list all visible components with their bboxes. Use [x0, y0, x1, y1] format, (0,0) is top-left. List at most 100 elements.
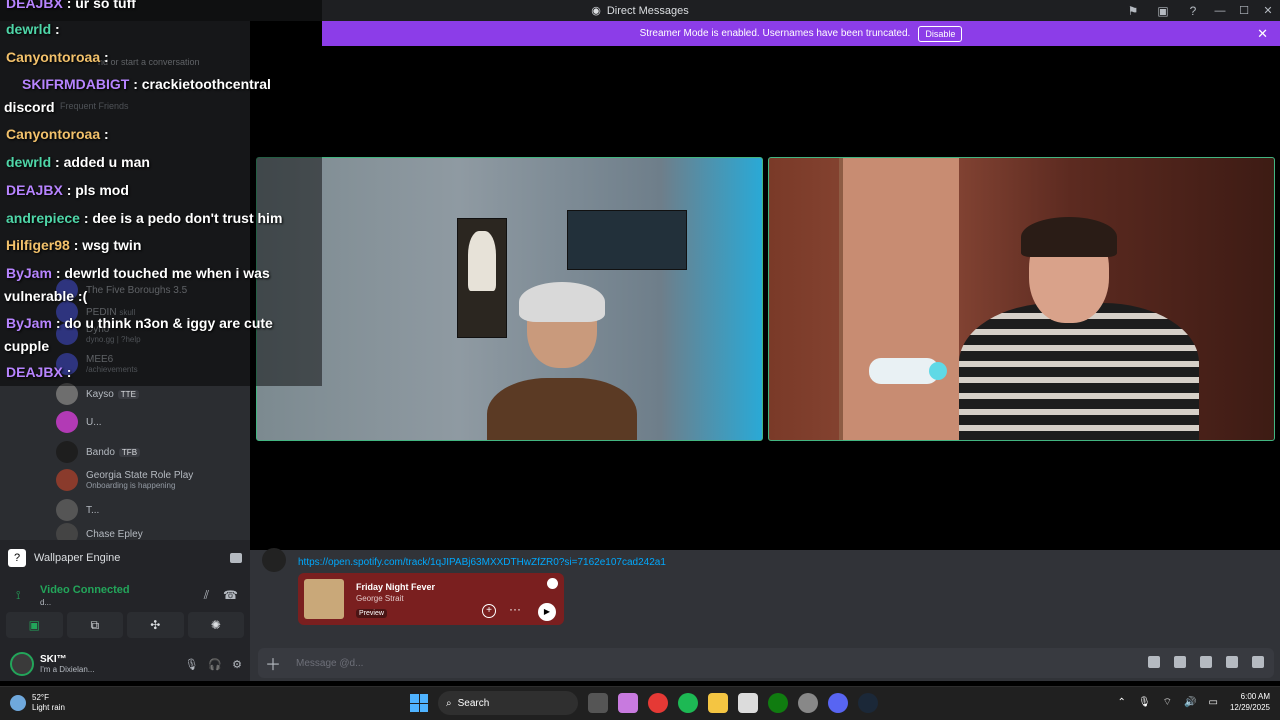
chat-message: dewrld : [6, 21, 60, 37]
avatar[interactable] [10, 652, 34, 676]
attach-icon[interactable]: ＋ [258, 651, 288, 675]
avatar [56, 469, 78, 491]
message-input[interactable] [296, 657, 996, 669]
voice-status[interactable]: Video Connected [40, 584, 130, 596]
wall-poster [567, 210, 687, 270]
streamer-person [487, 282, 637, 440]
task-view-icon[interactable] [588, 693, 608, 713]
chat-message: SKIFRMDABIGT : crackietoothcentral disco… [4, 76, 271, 115]
search-box[interactable]: ⌕ Search [438, 691, 578, 715]
screen-share-button[interactable]: ⧉ [66, 612, 123, 638]
store-icon[interactable] [738, 693, 758, 713]
spotify-link[interactable]: https://open.spotify.com/track/1qJIPABj6… [298, 557, 666, 568]
opera-icon[interactable] [648, 693, 668, 713]
wallpaper-engine-icon: ? [8, 549, 26, 567]
clock[interactable]: 6:00 AM 12/29/2025 [1230, 691, 1270, 713]
disable-button[interactable]: Disable [918, 25, 963, 42]
apps-icon[interactable] [1252, 656, 1264, 668]
avatar[interactable] [262, 548, 286, 572]
taskbar-apps: ⌕ Search [410, 691, 878, 715]
mic-icon[interactable]: 🎙 [184, 658, 198, 671]
video-tile-2[interactable] [768, 157, 1275, 441]
system-tray: ⌃ 🎙 ⌔ 🔊 ▭ 6:00 AM 12/29/2025 [1118, 691, 1270, 713]
username[interactable]: SKI™ [40, 654, 94, 665]
chevron-up-icon[interactable]: ⌃ [1118, 697, 1126, 708]
dm-item[interactable]: T... [56, 499, 246, 521]
signal-icon: ⟟ [16, 588, 21, 602]
close-icon[interactable]: ✕ [1257, 26, 1268, 42]
avatar [56, 499, 78, 521]
weather-widget[interactable]: 52°F Light rain [10, 693, 65, 713]
user-panel: SKI™ I'm a Dixielan... 🎙 🎧 ⚙ [10, 650, 242, 678]
status-badge: TTE [117, 389, 139, 399]
volume-icon[interactable]: 🔊 [1184, 697, 1196, 708]
settings-icon[interactable] [798, 693, 818, 713]
message-composer[interactable]: ＋ [258, 648, 1274, 678]
chat-message: DEAJBX : ur so tuff [6, 0, 136, 11]
dm-item[interactable]: U... [56, 411, 246, 433]
gear-icon[interactable]: ⚙ [232, 658, 242, 671]
xbox-icon[interactable] [768, 693, 788, 713]
activities-button[interactable]: ✣ [127, 612, 184, 638]
share-icon[interactable] [230, 553, 242, 563]
headphones-icon[interactable]: 🎧 [208, 658, 222, 671]
discord-icon[interactable] [828, 693, 848, 713]
video-tile-1[interactable] [256, 157, 763, 441]
album-art [304, 579, 344, 619]
steam-icon[interactable] [858, 693, 878, 713]
close-button[interactable]: ✕ [1256, 0, 1280, 21]
noise-icon[interactable]: ⫽ [204, 588, 209, 603]
discord-icon: ◉ [591, 5, 601, 17]
battery-icon[interactable]: ▭ [1209, 697, 1218, 708]
maximize-button[interactable]: ☐ [1232, 0, 1256, 21]
streamer-mode-banner: Streamer Mode is enabled. Usernames have… [322, 21, 1280, 46]
emoji-icon[interactable] [1226, 656, 1238, 668]
weather-icon [10, 695, 26, 711]
status-badge: TFB [118, 447, 141, 457]
soundboard-button[interactable]: ✺ [187, 612, 244, 638]
disconnect-icon[interactable]: ☎ [223, 588, 238, 603]
track-artist[interactable]: George Strait [356, 594, 404, 603]
help-icon[interactable]: ? [1178, 0, 1208, 21]
play-button[interactable]: ▶ [538, 603, 556, 621]
stream-chat-overlay: DEAJBX : ur so tuff dewrld : Canyontoroa… [0, 0, 322, 386]
gif-icon[interactable] [1174, 656, 1186, 668]
wifi-icon[interactable]: ⌔ [1163, 696, 1172, 709]
spotify-embed[interactable]: Friday Night Fever George Strait Preview… [298, 573, 564, 625]
window-icon[interactable]: ▣ [1148, 0, 1178, 21]
minimize-button[interactable]: — [1208, 0, 1232, 21]
dm-item[interactable]: Bando TFB [56, 441, 246, 463]
banner-text: Streamer Mode is enabled. Usernames have… [639, 28, 911, 39]
file-explorer-icon[interactable] [708, 693, 728, 713]
sticker-icon[interactable] [1200, 656, 1212, 668]
dm-item[interactable]: Georgia State Role Play Onboarding is hap… [56, 469, 246, 491]
custom-status: I'm a Dixielan... [40, 665, 95, 674]
activity-row[interactable]: ? Wallpaper Engine [8, 546, 242, 570]
search-icon: ⌕ [446, 697, 452, 709]
activity-name: Wallpaper Engine [34, 552, 121, 564]
chat-message: ByJam : do u think n3on & iggy are cute … [4, 315, 273, 354]
chat-message: DEAJBX : [6, 364, 72, 380]
mic-icon[interactable]: 🎙 [1138, 697, 1151, 708]
inbox-icon[interactable]: ⚑ [1118, 0, 1148, 21]
call-actions: ▣ ⧉ ✣ ✺ [6, 612, 244, 638]
start-icon[interactable] [410, 694, 428, 712]
avatar [56, 441, 78, 463]
avatar [56, 383, 78, 405]
app-icon[interactable] [618, 693, 638, 713]
gift-icon[interactable] [1148, 656, 1160, 668]
taskbar: 52°F Light rain ⌕ Search ⌃ 🎙 ⌔ 🔊 ▭ 6:00 AM… [0, 686, 1280, 720]
title-controls: ⚑ ▣ ? — ☐ ✕ [1118, 0, 1280, 21]
chat-message: Canyontoroaa : [6, 49, 109, 65]
dm-item[interactable]: Kayso TTE [56, 383, 246, 405]
chat-message: ByJam : dewrld touched me when i was vul… [4, 265, 270, 304]
user-controls: 🎙 🎧 ⚙ [184, 658, 242, 671]
preview-badge: Preview [356, 609, 387, 618]
spotify-icon[interactable] [678, 693, 698, 713]
more-icon[interactable]: ··· [509, 602, 521, 616]
camera-button[interactable]: ▣ [6, 612, 63, 638]
chat-message: Canyontoroaa : [6, 126, 109, 142]
add-icon[interactable]: + [482, 604, 496, 618]
track-title[interactable]: Friday Night Fever [356, 582, 435, 592]
goose-poster [457, 218, 507, 338]
